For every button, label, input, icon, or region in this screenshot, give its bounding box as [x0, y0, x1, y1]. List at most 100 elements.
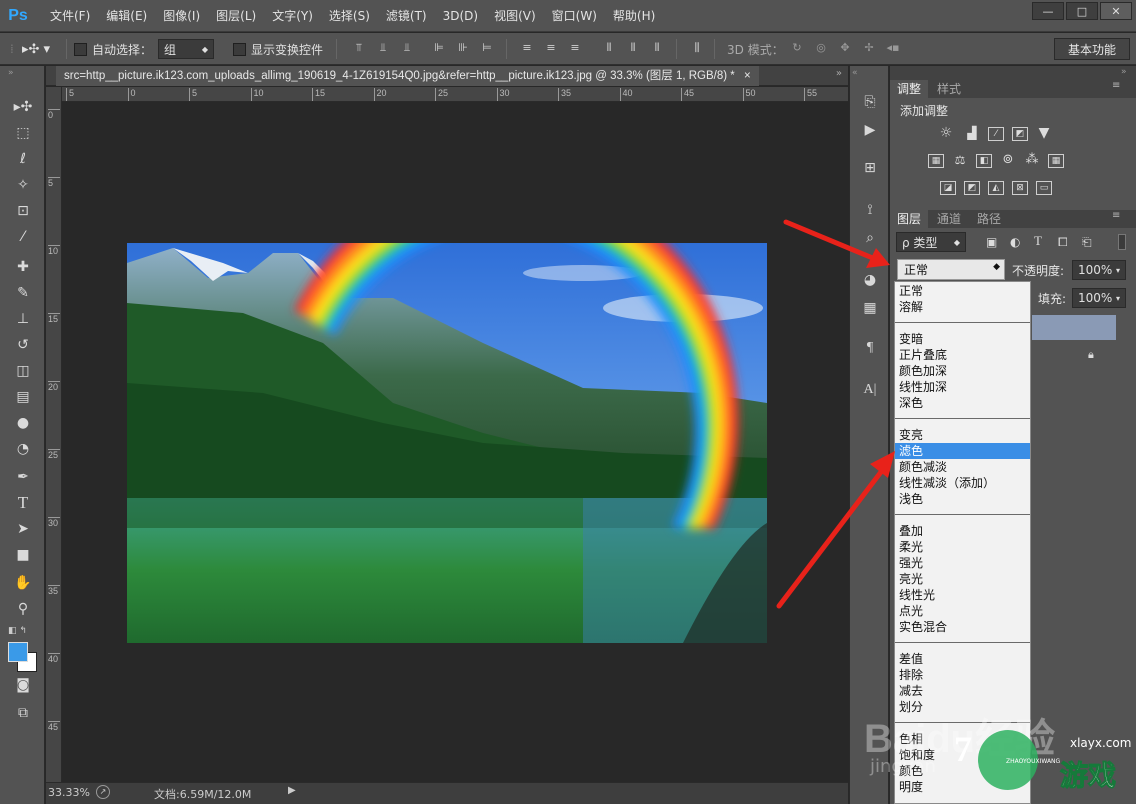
blend-mode-option[interactable]: 柔光: [895, 539, 1030, 555]
align-vcenter-icon[interactable]: ⫫: [376, 41, 390, 55]
blend-mode-option[interactable]: 正片叠底: [895, 347, 1030, 363]
panel-menu-icon[interactable]: ≡: [1112, 80, 1120, 91]
brush-panel-icon[interactable]: ⌕: [860, 228, 880, 248]
layer-filter-dropdown[interactable]: ρ 类型 ◆: [896, 232, 966, 252]
blend-mode-option[interactable]: 强光: [895, 555, 1030, 571]
collapse-icon[interactable]: »: [8, 68, 14, 78]
document-image[interactable]: [63, 103, 848, 782]
menu-item[interactable]: 图层(L): [208, 0, 264, 32]
pen-tool-icon[interactable]: ✒: [10, 466, 36, 488]
distribute-vcenter-icon[interactable]: ≡: [544, 41, 558, 55]
workspace-switcher[interactable]: 基本功能: [1054, 38, 1130, 60]
auto-select-dropdown[interactable]: 组 ◆: [158, 39, 214, 59]
swatches-icon[interactable]: ▦: [860, 298, 880, 318]
blend-mode-select[interactable]: 正常 ◆: [897, 259, 1005, 280]
blend-mode-option[interactable]: 滤色: [895, 443, 1030, 459]
zoom-tool-icon[interactable]: ⚲: [10, 598, 36, 620]
lasso-tool-icon[interactable]: ℓ: [10, 148, 36, 170]
maximize-button[interactable]: □: [1066, 2, 1098, 20]
3d-pan-icon[interactable]: ✥: [838, 41, 852, 55]
threshold-icon[interactable]: ◭: [988, 181, 1004, 195]
filter-pixel-icon[interactable]: ▣: [986, 235, 997, 249]
blend-mode-option[interactable]: 实色混合: [895, 619, 1030, 635]
menu-item[interactable]: 文件(F): [42, 0, 98, 32]
hue-saturation-icon[interactable]: ▦: [928, 154, 944, 168]
foreground-color-swatch[interactable]: [8, 642, 28, 662]
align-right-icon[interactable]: ⊨: [480, 41, 494, 55]
blend-mode-option[interactable]: 溶解: [895, 299, 1030, 315]
tab-paths[interactable]: 路径: [970, 210, 1008, 228]
paragraph-icon[interactable]: ¶: [860, 338, 880, 358]
properties-icon[interactable]: ⊞: [860, 158, 880, 178]
posterize-icon[interactable]: ◩: [964, 181, 980, 195]
tab-styles[interactable]: 样式: [930, 80, 968, 98]
align-left-icon[interactable]: ⊫: [432, 41, 446, 55]
checkbox-icon[interactable]: [74, 42, 87, 56]
menu-item[interactable]: 视图(V): [486, 0, 544, 32]
auto-select-checkbox[interactable]: 自动选择：: [74, 33, 152, 65]
blend-mode-option[interactable]: 差值: [895, 651, 1030, 667]
eyedropper-tool-icon[interactable]: ⁄: [10, 226, 36, 248]
blend-mode-option[interactable]: 变暗: [895, 331, 1030, 347]
filter-toggle[interactable]: [1118, 234, 1126, 250]
blend-mode-option[interactable]: 变亮: [895, 427, 1030, 443]
blend-mode-option[interactable]: 点光: [895, 603, 1030, 619]
checkbox-icon[interactable]: [233, 42, 246, 56]
filter-type-icon[interactable]: T: [1034, 233, 1042, 249]
minimize-button[interactable]: —: [1032, 2, 1064, 20]
align-hcenter-icon[interactable]: ⊪: [456, 41, 470, 55]
character-icon[interactable]: A|: [860, 380, 880, 400]
show-transform-checkbox[interactable]: 显示变换控件: [233, 33, 323, 65]
3d-slide-icon[interactable]: ✢: [862, 41, 876, 55]
collapse-icon[interactable]: «: [852, 68, 858, 78]
gradient-tool-icon[interactable]: ▤: [10, 386, 36, 408]
tab-channels[interactable]: 通道: [930, 210, 968, 228]
fill-input[interactable]: 100% ▾: [1072, 288, 1126, 308]
actions-play-icon[interactable]: ▶: [860, 120, 880, 140]
quick-mask-icon[interactable]: ◙: [10, 674, 36, 696]
distribute-top-icon[interactable]: ≡: [520, 41, 534, 55]
brush-presets-icon[interactable]: ⟟: [860, 200, 880, 220]
path-selection-tool-icon[interactable]: ➤: [10, 518, 36, 540]
default-colors-icon[interactable]: ◧ ↰: [8, 626, 27, 636]
distribute-hcenter-icon[interactable]: ⦀: [626, 41, 640, 55]
3d-rotate-icon[interactable]: ↻: [790, 41, 804, 55]
filter-shape-icon[interactable]: ⧠: [1058, 235, 1068, 250]
panel-collapse-icon[interactable]: »: [1121, 67, 1127, 77]
align-top-icon[interactable]: ⫪: [352, 41, 366, 55]
screen-mode-icon[interactable]: ⧉: [10, 702, 36, 724]
exposure-icon[interactable]: ◩: [1012, 127, 1028, 141]
hand-tool-icon[interactable]: ✋: [10, 572, 36, 594]
color-lookup-icon[interactable]: ▦: [1048, 154, 1064, 168]
dodge-tool-icon[interactable]: ◔: [10, 438, 36, 460]
move-tool-preset-icon[interactable]: ▸✣ ▾: [22, 33, 50, 65]
auto-align-icon[interactable]: ⫼: [690, 41, 704, 55]
crop-tool-icon[interactable]: ⊡: [10, 200, 36, 222]
panel-expand-icon[interactable]: »: [836, 68, 842, 79]
brightness-icon[interactable]: ☼: [938, 126, 954, 141]
channel-mixer-icon[interactable]: ⁂: [1024, 153, 1040, 168]
menu-item[interactable]: 图像(I): [155, 0, 208, 32]
tab-adjustments[interactable]: 调整: [890, 80, 929, 98]
close-tab-icon[interactable]: ×: [744, 70, 751, 82]
healing-brush-tool-icon[interactable]: ✚: [10, 256, 36, 278]
history-icon[interactable]: ⎘: [860, 92, 880, 112]
align-bottom-icon[interactable]: ⫫: [400, 41, 414, 55]
history-brush-tool-icon[interactable]: ↺: [10, 334, 36, 356]
color-palette-icon[interactable]: ◕: [860, 270, 880, 290]
marquee-tool-icon[interactable]: ⬚: [10, 122, 36, 144]
blend-mode-option[interactable]: 深色: [895, 395, 1030, 411]
selected-layer-row[interactable]: [1032, 315, 1116, 340]
blend-mode-option[interactable]: 线性减淡（添加）: [895, 475, 1030, 491]
levels-icon[interactable]: ▟: [964, 127, 980, 141]
blend-mode-option[interactable]: 线性光: [895, 587, 1030, 603]
tab-layers[interactable]: 图层: [890, 210, 929, 228]
invert-icon[interactable]: ◪: [940, 181, 956, 195]
black-white-icon[interactable]: ◧: [976, 154, 992, 168]
photo-filter-icon[interactable]: ⊚: [1000, 153, 1016, 168]
gradient-map-icon[interactable]: ▭: [1036, 181, 1052, 195]
blend-mode-option[interactable]: 排除: [895, 667, 1030, 683]
menu-item[interactable]: 选择(S): [321, 0, 378, 32]
color-balance-icon[interactable]: ⚖: [952, 154, 968, 168]
clone-stamp-tool-icon[interactable]: ⊥: [10, 308, 36, 330]
